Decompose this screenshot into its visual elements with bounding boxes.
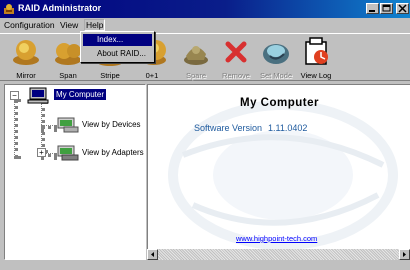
span-label: Span <box>59 71 77 80</box>
tree-item-view-by-devices[interactable]: View by Devices <box>82 120 141 129</box>
menu-item-index[interactable]: Index... <box>83 34 152 46</box>
tree-connector <box>14 99 18 159</box>
computer-icon <box>27 87 49 104</box>
spare-button[interactable]: Spare <box>176 36 216 80</box>
expand-toggle[interactable]: + <box>37 148 46 157</box>
tree-pane[interactable]: − My Computer View by Devices + View by … <box>4 84 146 260</box>
mirror-label: Mirror <box>16 71 36 80</box>
scroll-right-button[interactable] <box>399 249 410 260</box>
title-bar[interactable]: RAID Administrator <box>0 0 410 18</box>
mirror-icon <box>13 40 39 65</box>
arrow-right-icon <box>403 252 406 257</box>
stripe-label: Stripe <box>100 71 120 80</box>
mirror-button[interactable]: Mirror <box>6 36 46 80</box>
window-title: RAID Administrator <box>18 3 102 13</box>
devices-icon <box>57 117 79 133</box>
menu-item-about[interactable]: About RAID... <box>83 48 152 60</box>
maximize-icon <box>382 4 391 12</box>
scroll-left-button[interactable] <box>147 249 158 260</box>
horizontal-scrollbar[interactable] <box>147 249 410 260</box>
spare-label: Spare <box>185 71 206 80</box>
tree-connector <box>41 125 57 129</box>
menu-help[interactable]: Help <box>84 19 106 31</box>
page-title: My Computer <box>240 97 319 109</box>
minimize-button[interactable] <box>366 3 379 14</box>
view-log-label: View Log <box>300 71 332 80</box>
tree-item-view-by-adapters[interactable]: View by Adapters <box>82 148 144 157</box>
close-button[interactable] <box>396 3 409 14</box>
menu-view[interactable]: View <box>60 20 78 30</box>
help-dropdown: Index... About RAID... <box>80 31 155 63</box>
status-bar <box>0 261 410 270</box>
content-pane: My Computer Software Version 1.11.0402 w… <box>147 84 410 260</box>
software-version-value: 1.11.0402 <box>268 123 308 133</box>
raid-app-icon <box>4 4 14 14</box>
view-log-icon <box>305 37 328 65</box>
remove-label: Remove <box>222 71 250 80</box>
menu-bar: Configuration View Help <box>0 18 410 32</box>
minimize-icon <box>369 10 375 12</box>
set-mode-label: Set Mode <box>259 71 293 80</box>
remove-button[interactable]: Remove <box>216 36 256 80</box>
scroll-track[interactable] <box>158 249 399 260</box>
maximize-button[interactable] <box>380 3 393 14</box>
set-mode-button[interactable]: Set Mode <box>256 36 296 80</box>
adapters-icon <box>57 145 79 161</box>
toolbar: Mirror Span Stripe 0+1 Spare Remove Set … <box>0 33 410 81</box>
raid-administrator-window: RAID Administrator Configuration View He… <box>0 0 410 270</box>
menu-configuration[interactable]: Configuration <box>4 20 55 30</box>
software-version-label: Software Version <box>194 123 263 133</box>
globe-watermark-icon <box>168 100 398 250</box>
remove-icon <box>225 41 247 63</box>
arrow-left-icon <box>151 252 154 257</box>
raid01-label: 0+1 <box>145 71 159 80</box>
view-log-button[interactable]: View Log <box>296 36 336 80</box>
collapse-toggle[interactable]: − <box>10 91 19 100</box>
spare-icon <box>184 46 208 65</box>
close-icon <box>398 4 407 13</box>
tree-item-my-computer[interactable]: My Computer <box>54 89 107 100</box>
set-mode-icon <box>263 44 289 64</box>
website-link[interactable]: www.highpoint-tech.com <box>236 234 317 243</box>
